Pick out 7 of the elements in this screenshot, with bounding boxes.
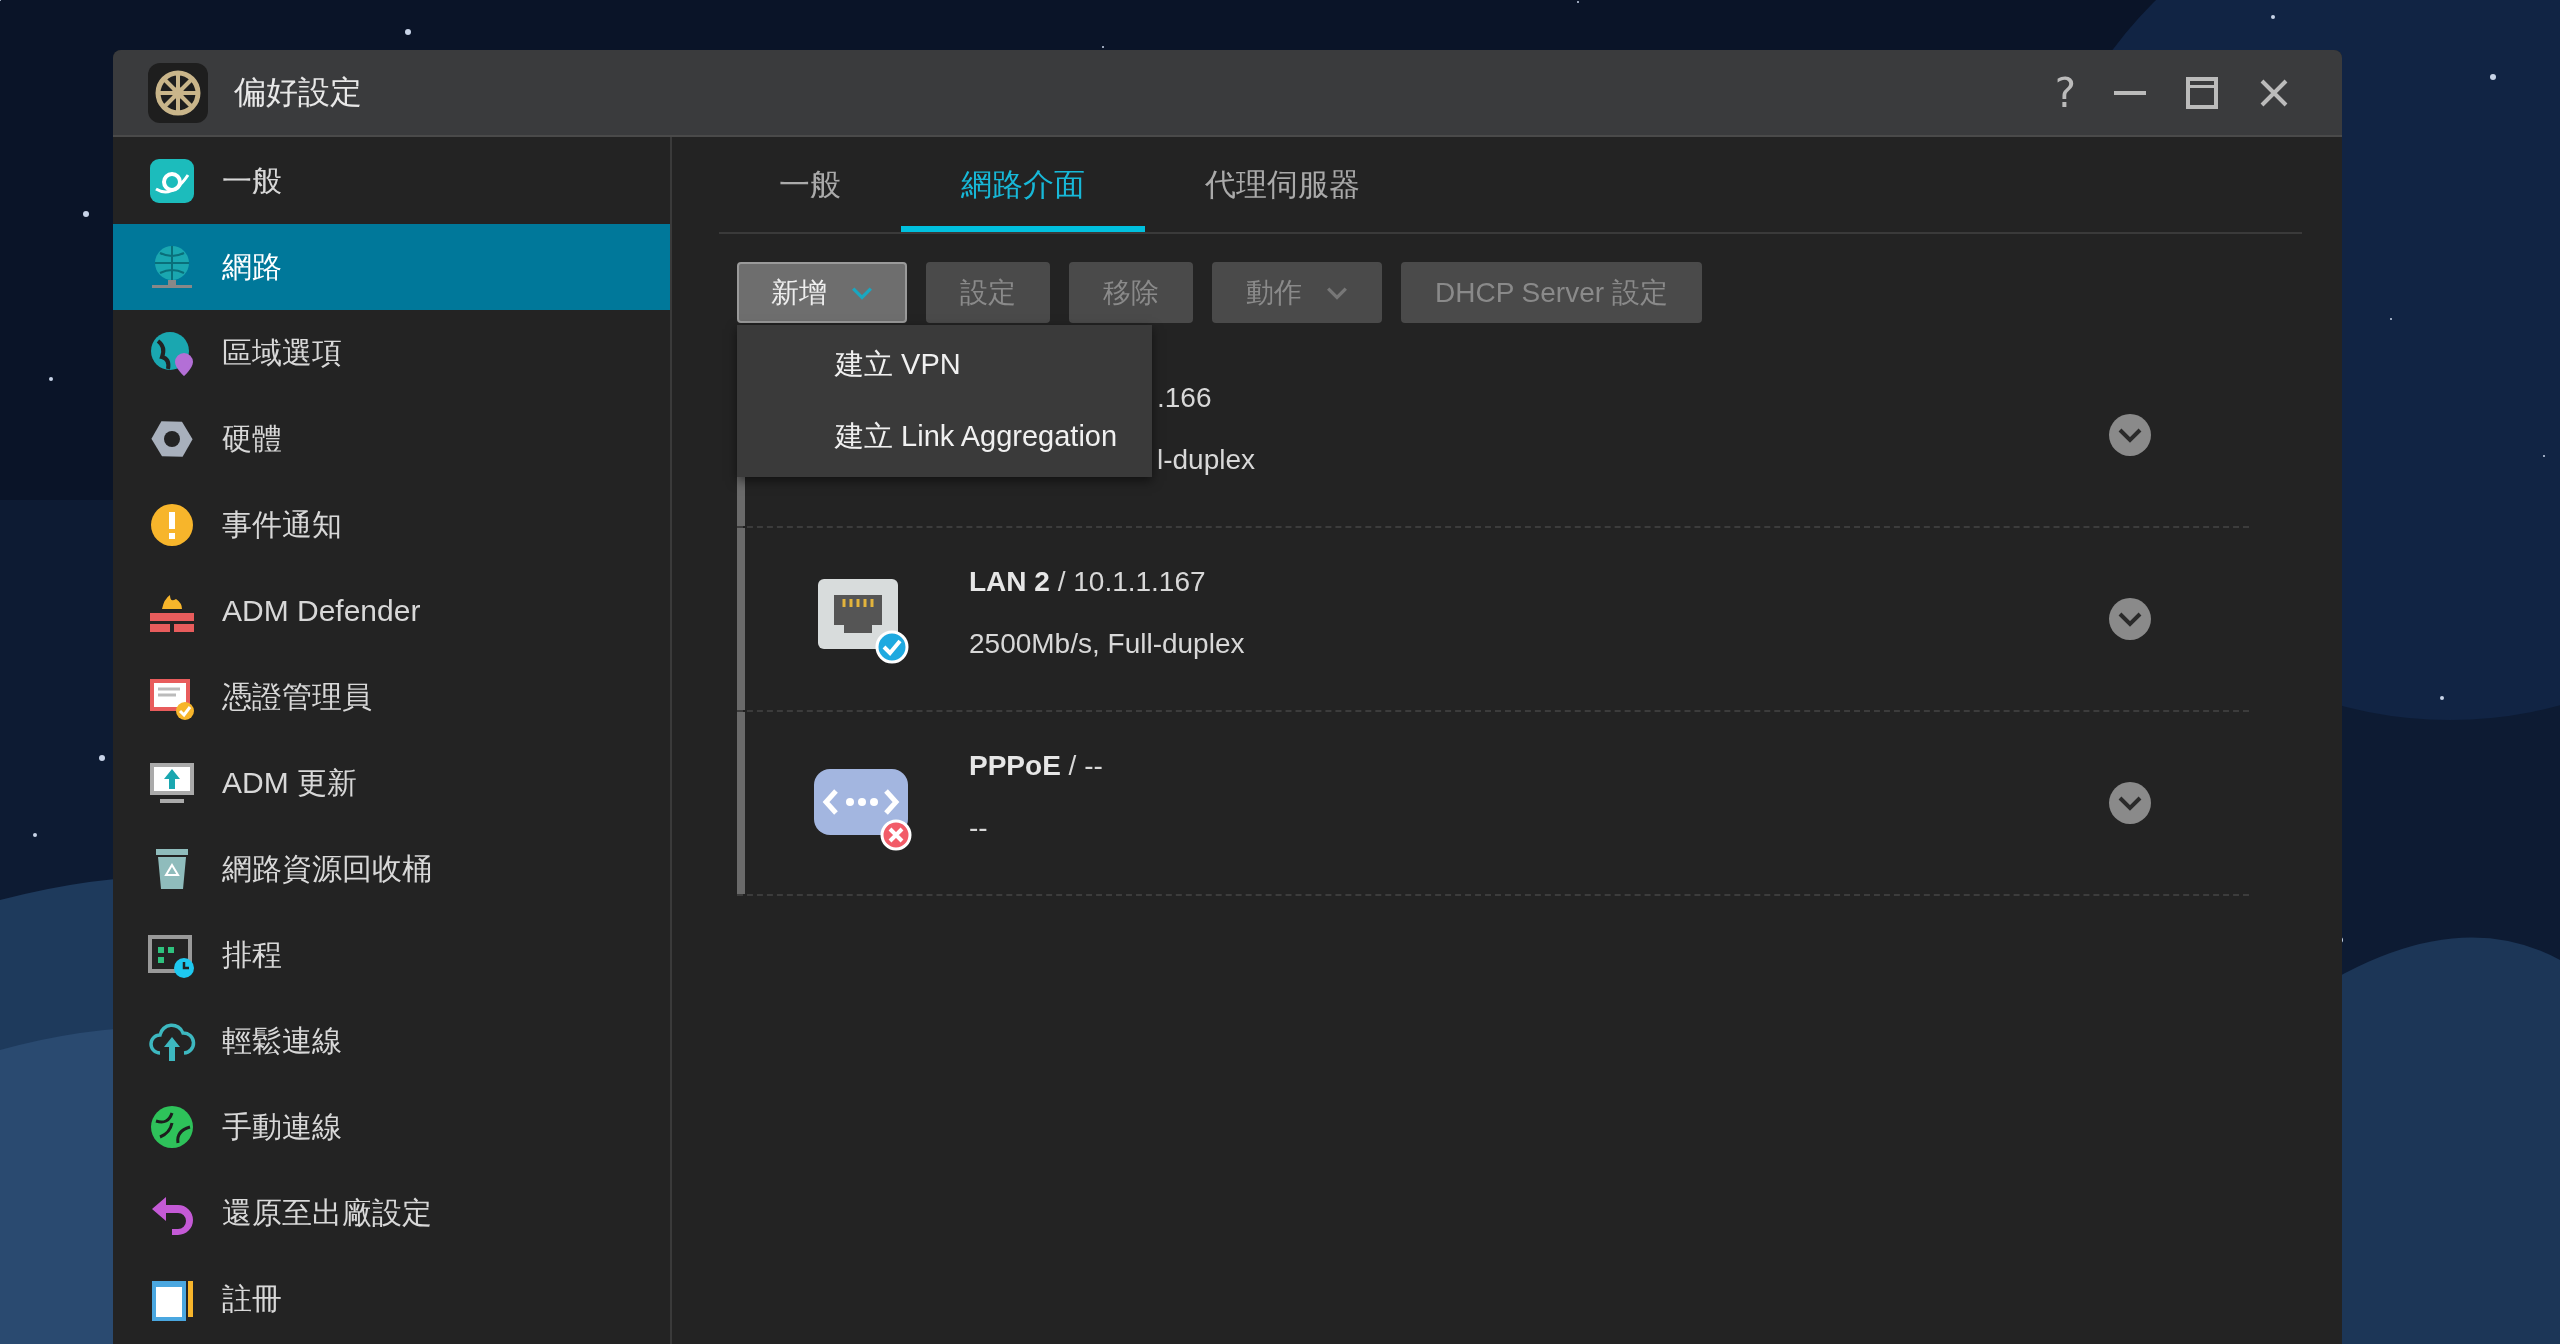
- interface-detail: 2500Mb/s, Full-duplex: [969, 628, 1246, 660]
- interface-detail: l-duplex: [1157, 444, 1257, 476]
- interface-detail: --: [969, 812, 989, 844]
- interface-title: LAN 2 / 10.1.1.167: [969, 566, 1207, 598]
- interface-title: PPPoE / --: [969, 750, 1104, 782]
- window-title: 偏好設定: [234, 72, 362, 112]
- interface-title: .166: [1157, 382, 1213, 414]
